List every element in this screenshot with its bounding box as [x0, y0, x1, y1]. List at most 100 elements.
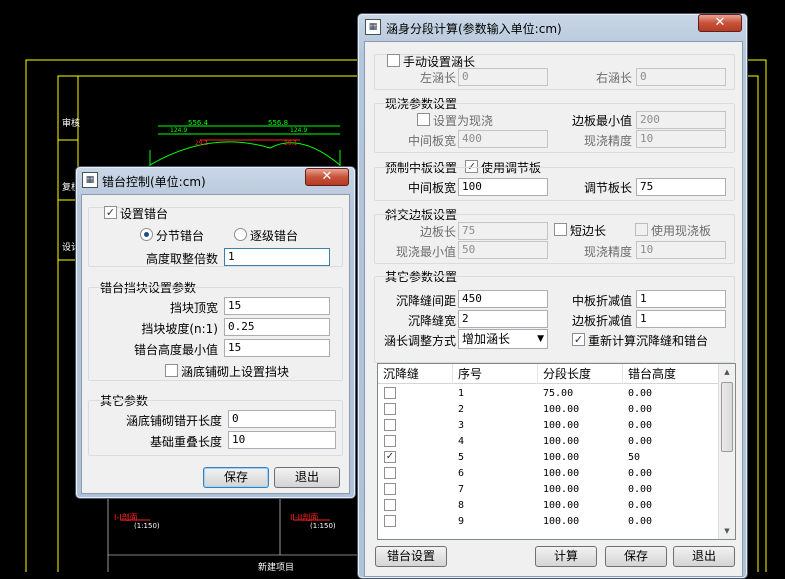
set-cast-checkbox[interactable]	[417, 113, 430, 126]
paving-length-input[interactable]: 0	[228, 410, 336, 428]
save-button[interactable]: 保存	[203, 467, 269, 488]
scroll-down-icon[interactable]: ▼	[719, 523, 735, 539]
block-slope-input[interactable]: 0.25	[224, 318, 330, 336]
adjust-mode-label: 涵长调整方式	[383, 334, 456, 348]
table-row[interactable]: 4 100.00 0.00	[378, 434, 718, 450]
cad-side-label: 审核	[62, 119, 81, 129]
paving-block-checkbox[interactable]	[165, 364, 178, 377]
radio-sections-label: 分节错台	[156, 229, 205, 243]
block-slope-label: 挡块坡度(n:1)	[141, 322, 218, 336]
mid-width-label: 中间板宽	[407, 134, 456, 148]
cad-scale-label: (1:150)	[310, 522, 336, 530]
settlement-joint-checkbox[interactable]	[384, 499, 396, 511]
column-header-no[interactable]: 序号	[453, 364, 538, 384]
segment-length-cell: 100.00	[543, 420, 580, 431]
min-height-label: 错台高度最小值	[133, 343, 218, 357]
table-row[interactable]: 6 100.00 0.00	[378, 466, 718, 482]
segment-length-cell: 100.00	[543, 500, 580, 511]
settlement-joint-checkbox[interactable]	[384, 419, 396, 431]
table-scrollbar[interactable]: ▲ ▼	[718, 364, 735, 539]
save-button[interactable]: 保存	[605, 546, 667, 567]
left-length-input[interactable]: 0	[458, 68, 548, 86]
segment-length-cell: 75.00	[543, 388, 574, 399]
cad-dimension-label: 556.4	[188, 119, 209, 127]
radio-sections[interactable]	[140, 228, 153, 241]
abutment-height-cell: 0.00	[628, 404, 653, 415]
use-cast-label: 使用现浇板	[651, 224, 712, 238]
paving-block-label: 涵底铺砌上设置挡块	[181, 365, 290, 379]
cast-precision-input[interactable]: 10	[636, 130, 726, 148]
height-multiple-input[interactable]: 1	[224, 248, 330, 266]
manual-length-checkbox[interactable]	[387, 54, 400, 67]
settlement-joint-checkbox[interactable]	[384, 483, 396, 495]
table-row[interactable]: 8 100.00 0.00	[378, 498, 718, 514]
app-icon: ▦	[365, 19, 381, 35]
table-row[interactable]: 2 100.00 0.00	[378, 402, 718, 418]
settlement-joint-checkbox[interactable]: ✓	[384, 451, 396, 463]
abutment-settings-button[interactable]: 错台设置	[375, 546, 447, 567]
cad-dimension-label: 124.9	[290, 127, 308, 134]
column-header-length[interactable]: 分段长度	[538, 364, 623, 384]
edge-min-label: 边板最小值	[571, 114, 632, 128]
calculate-button[interactable]: 计算	[535, 546, 597, 567]
scroll-up-icon[interactable]: ▲	[719, 364, 735, 380]
table-row[interactable]: ✓ 5 100.00 50	[378, 450, 718, 466]
adjust-length-input[interactable]: 75	[636, 178, 726, 196]
table-row[interactable]: 9 100.00 0.00	[378, 514, 718, 530]
adjust-mode-select[interactable]: 增加涵长 ▼	[458, 329, 548, 349]
column-header-settle[interactable]: 沉降缝	[378, 364, 453, 384]
right-length-label: 右涵长	[595, 71, 632, 85]
mid-width-input[interactable]: 400	[458, 130, 548, 148]
settlement-joint-checkbox[interactable]	[384, 403, 396, 415]
close-icon[interactable]: ✕	[698, 14, 742, 32]
exit-button[interactable]: 退出	[274, 467, 340, 488]
skew-precision-input[interactable]: 10	[636, 241, 726, 259]
paving-length-label: 涵底铺砌错开长度	[125, 414, 222, 428]
use-cast-checkbox[interactable]	[635, 223, 648, 236]
settlement-joint-checkbox[interactable]	[384, 387, 396, 399]
abutment-titlebar[interactable]: ▦ 错台控制(单位:cm) ✕	[76, 167, 355, 193]
exit-button[interactable]: 退出	[673, 546, 735, 567]
precast-mid-input[interactable]: 100	[458, 178, 548, 196]
table-header: 沉降缝 序号 分段长度 错台高度	[378, 364, 720, 384]
mid-reduce-input[interactable]: 1	[636, 290, 726, 308]
close-icon[interactable]: ✕	[305, 168, 349, 186]
block-top-width-label: 挡块顶宽	[169, 301, 218, 315]
set-abutment-checkbox[interactable]: ✓	[104, 206, 117, 219]
radio-step-label: 逐级错台	[250, 229, 299, 243]
cast-min-input[interactable]: 50	[458, 241, 548, 259]
short-edge-label: 短边长	[570, 224, 607, 238]
table-row[interactable]: 7 100.00 0.00	[378, 482, 718, 498]
abutment-height-cell: 0.00	[628, 420, 653, 431]
block-top-width-input[interactable]: 15	[224, 297, 330, 315]
table-row[interactable]: 3 100.00 0.00	[378, 418, 718, 434]
edge-length-input[interactable]: 75	[458, 222, 548, 240]
segment-table[interactable]: 沉降缝 序号 分段长度 错台高度 1 75.00 0.00 2 100.00 0.00 3 1…	[377, 363, 736, 540]
overlap-length-input[interactable]: 10	[228, 431, 336, 449]
set-cast-label: 设置为现浇	[433, 114, 494, 128]
column-header-height[interactable]: 错台高度	[623, 364, 720, 384]
settle-spacing-input[interactable]: 450	[458, 290, 548, 308]
min-height-input[interactable]: 15	[224, 339, 330, 357]
right-length-input[interactable]: 0	[636, 68, 726, 86]
settlement-joint-checkbox[interactable]	[384, 435, 396, 447]
scroll-thumb[interactable]	[721, 382, 733, 452]
short-edge-checkbox[interactable]	[554, 223, 567, 236]
cast-min-label: 现浇最小值	[395, 245, 456, 259]
settlement-joint-checkbox[interactable]	[384, 467, 396, 479]
segment-number-cell: 5	[458, 452, 465, 463]
segment-titlebar[interactable]: ▦ 涵身分段计算(参数输入单位:cm) ✕	[358, 14, 747, 40]
cad-dimension-label: 29.1	[195, 140, 209, 147]
recalc-checkbox[interactable]: ✓	[572, 333, 585, 346]
set-abutment-label: 设置错台	[120, 207, 169, 221]
skew-precision-label: 现浇精度	[583, 245, 632, 259]
radio-step[interactable]	[234, 228, 247, 241]
edge-reduce-input[interactable]: 1	[636, 310, 726, 328]
settle-width-input[interactable]: 2	[458, 310, 548, 328]
edge-min-input[interactable]: 200	[636, 111, 726, 129]
overlap-length-label: 基础重叠长度	[149, 435, 222, 449]
table-row[interactable]: 1 75.00 0.00	[378, 386, 718, 402]
cad-dimension-label: 29.1	[284, 140, 298, 147]
abutment-client: ✓ 设置错台 分节错台 逐级错台 高度取整倍数 1 错台挡块设置参数 挡块顶宽 …	[81, 194, 350, 494]
settlement-joint-checkbox[interactable]	[384, 515, 396, 527]
